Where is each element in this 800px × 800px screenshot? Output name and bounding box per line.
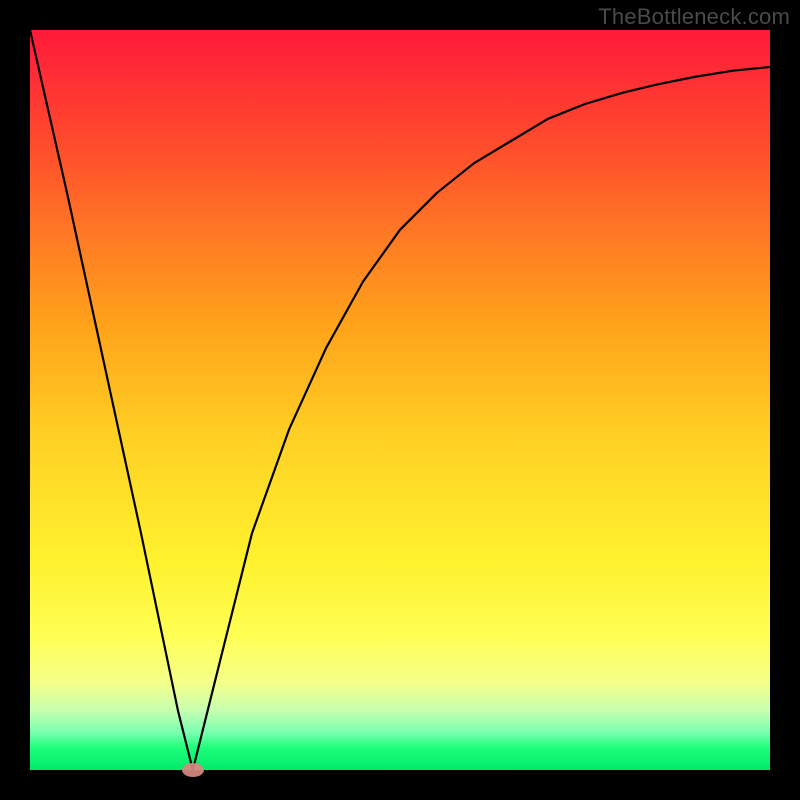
- chart-frame: TheBottleneck.com: [0, 0, 800, 800]
- watermark-text: TheBottleneck.com: [598, 4, 790, 30]
- minimum-marker: [182, 763, 204, 777]
- curve-svg: [30, 30, 770, 770]
- bottleneck-curve: [30, 30, 770, 770]
- plot-area: [30, 30, 770, 770]
